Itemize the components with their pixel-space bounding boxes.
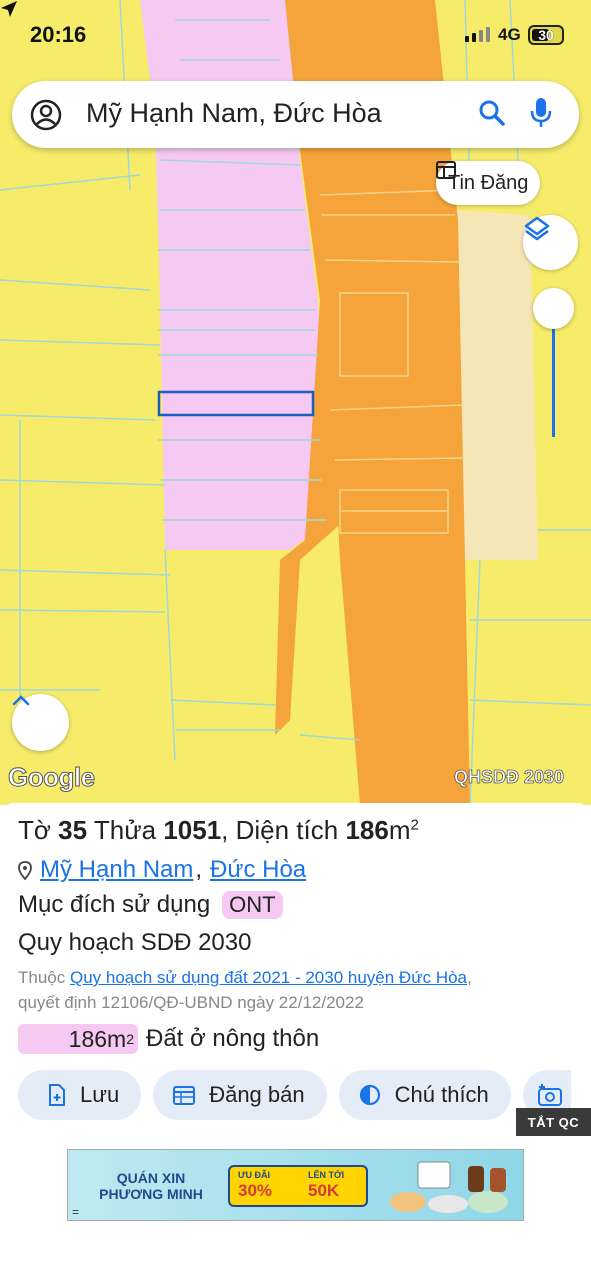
mic-icon[interactable] [530,97,552,129]
google-logo: Google [8,762,96,793]
expand-panel-button[interactable] [12,694,69,751]
district-link[interactable]: Đức Hòa [210,856,306,884]
plan-source: Thuộc Quy hoạch sử dụng đất 2021 - 2030 … [18,968,472,1012]
legend-button[interactable]: Chú thích [338,1070,511,1120]
layers-icon [524,216,550,241]
calendar-icon [173,1086,196,1105]
purpose-badge: ONT [222,891,283,919]
network-type: 4G [498,25,521,44]
legend-row: 186m 2 Đất ở nông thôn [18,1024,319,1054]
ad-title: QUÁN XIN PHƯƠNG MINH [99,1170,203,1202]
legend-label: Đất ở nông thôn [146,1025,320,1052]
camera-add-icon [537,1084,562,1106]
commune-link[interactable]: Mỹ Hạnh Nam [40,856,193,884]
action-bar: Lưu Đăng bán Chú thích [18,1070,571,1120]
layers-button[interactable] [523,215,578,270]
food-image-icon [390,1161,508,1213]
battery-icon: 30 [528,25,564,45]
location-arrow-icon [1,1,17,17]
search-bar[interactable]: Mỹ Hạnh Nam, Đức Hòa [12,81,579,148]
location-pin-icon [18,860,32,880]
layer-tag: QHSDĐ 2030 [454,767,565,788]
post-sale-button[interactable]: Đăng bán [153,1070,327,1120]
signal-icon [465,27,490,42]
account-icon[interactable] [29,98,63,132]
search-icon[interactable] [478,99,506,127]
status-bar: 20:16 4G 30 [0,0,591,70]
status-time: 20:16 [30,22,87,47]
table-icon [436,161,456,179]
file-plus-icon [49,1084,65,1106]
tin-dang-button[interactable]: Tin Đăng [436,161,541,205]
legend-swatch: 186m 2 [18,1024,138,1054]
ad-offer-box: ƯU ĐÃI 30% LÊN TỚI 50K [228,1165,368,1207]
save-button[interactable]: Lưu [18,1070,142,1120]
plan-source-link[interactable]: Quy hoạch sử dụng đất 2021 - 2030 huyện … [70,968,467,987]
battery-level: 30 [538,27,554,43]
map-view[interactable]: 20:16 4G 30 Mỹ Hạnh Nam, Đức Hòa Tin Đăn… [0,0,591,805]
tin-dang-label: Tin Đăng [448,171,529,194]
close-ad-button[interactable]: TẮT QC [516,1108,591,1136]
opacity-slider-knob[interactable] [533,288,574,329]
land-use-purpose: Mục đích sử dụng ONT [18,891,283,919]
parcel-title: Tờ 35 Thửa 1051, Diện tích 186m2 [18,815,419,845]
chevron-up-icon [12,695,30,706]
search-input[interactable]: Mỹ Hạnh Nam, Đức Hòa [86,98,382,129]
opacity-slider-track[interactable] [552,312,555,437]
ad-menu-icon: = [72,1205,80,1219]
decision-text: quyết định 12106/QĐ-UBND ngày 22/12/2022 [18,993,364,1012]
parcel-address: Mỹ Hạnh Nam, Đức Hòa [18,856,306,884]
contrast-icon [359,1084,380,1106]
parcel-info-panel: Tờ 35 Thửa 1051, Diện tích 186m2 Mỹ Hạnh… [0,803,591,1280]
ad-banner[interactable]: QUÁN XIN PHƯƠNG MINH ƯU ĐÃI 30% LÊN TỚI … [67,1149,524,1221]
plan-title: Quy hoạch SDĐ 2030 [18,929,252,956]
